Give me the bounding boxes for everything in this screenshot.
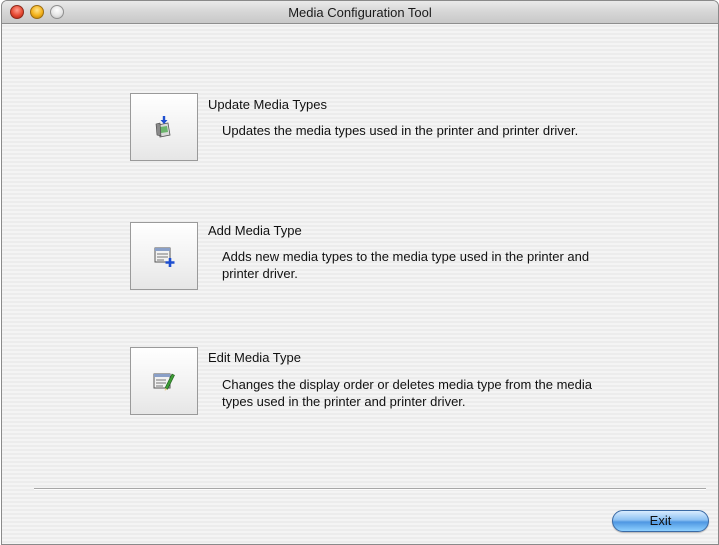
add-media-type-title: Add Media Type xyxy=(208,223,302,238)
edit-media-icon xyxy=(152,369,176,393)
add-media-type-description: Adds new media types to the media type u… xyxy=(222,249,590,281)
title-bar[interactable]: Media Configuration Tool xyxy=(2,1,718,24)
update-media-icon xyxy=(152,115,176,139)
edit-media-type-description: Changes the display order or deletes med… xyxy=(222,377,592,409)
update-media-types-title: Update Media Types xyxy=(208,97,327,112)
add-media-type-button[interactable] xyxy=(130,222,198,290)
edit-media-type-button[interactable] xyxy=(130,347,198,415)
app-window: Media Configuration Tool Update Media Ty… xyxy=(1,0,719,545)
update-media-types-description: Updates the media types used in the prin… xyxy=(222,123,579,138)
exit-button[interactable]: Exit xyxy=(612,510,709,532)
window-title: Media Configuration Tool xyxy=(288,5,432,20)
update-media-types-button[interactable] xyxy=(130,93,198,161)
footer-divider xyxy=(34,488,706,490)
edit-media-type-title: Edit Media Type xyxy=(208,350,301,365)
add-media-icon xyxy=(152,244,176,268)
